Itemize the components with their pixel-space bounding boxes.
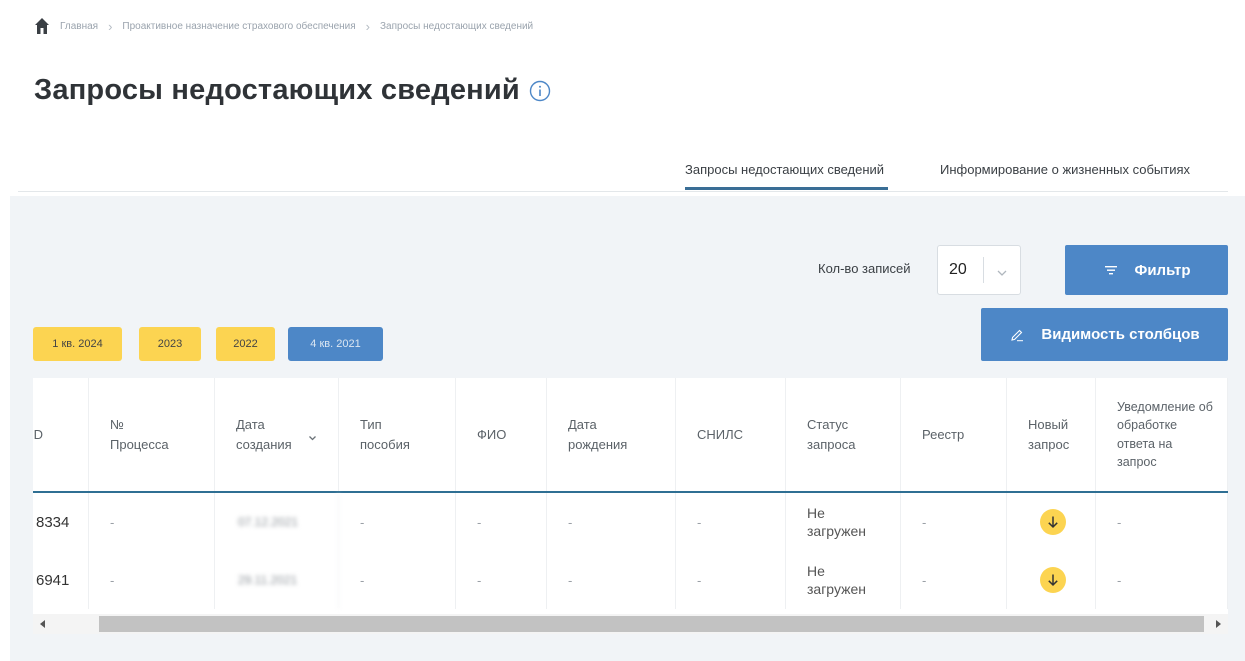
select-divider [983,257,984,283]
cell-birth-date: - [547,493,676,551]
column-header-fio[interactable]: ФИО [456,378,547,491]
cell-id: 6941 [33,551,89,609]
column-notification-label: Уведомление об обработке ответа на запро… [1117,400,1213,469]
column-created-label: Дата создания [236,417,292,452]
cell-registry: - [901,551,1007,609]
tab-missing-info-requests[interactable]: Запросы недостающих сведений [685,162,889,190]
records-count-value: 20 [949,261,967,278]
download-button[interactable] [1040,509,1066,535]
breadcrumb-home[interactable]: Главная [60,21,98,32]
tab-life-events[interactable]: Информирование о жизненных событиях [940,162,1190,177]
cell-id: 8334 [33,493,89,551]
cell-snils: - [676,551,786,609]
cell-registry: - [901,493,1007,551]
cell-fio: - [456,551,547,609]
column-header-benefit-type[interactable]: Тип пособия [339,378,456,491]
columns-visibility-button[interactable]: Видимость столбцов [981,308,1228,361]
status-text: Не загружен [807,562,866,597]
scroll-thumb[interactable] [99,616,1204,632]
cell-benefit-type: - [339,551,456,609]
column-header-id[interactable]: ID [33,378,89,491]
cell-birth-date: - [547,551,676,609]
download-button[interactable] [1040,567,1066,593]
download-arrow-icon [1048,516,1058,529]
sort-icon[interactable] [308,428,317,441]
page-header: Запросы недостающих сведений [34,74,551,107]
column-header-snils[interactable]: СНИЛС [676,378,786,491]
cell-snils: - [676,493,786,551]
column-fio-label: ФИО [477,426,507,442]
column-header-process[interactable]: № Процесса [89,378,215,491]
tabs: Запросы недостающих сведений Информирова… [18,150,1228,192]
cell-created: 29.11.2021 [215,551,339,609]
column-header-new-request[interactable]: Новый запрос [1007,378,1096,491]
chevron-down-icon[interactable] [995,265,1009,276]
breadcrumb-proactive[interactable]: Проактивное назначение страхового обеспе… [122,21,355,32]
cell-benefit-type: - [339,493,456,551]
cell-process: - [89,551,215,609]
column-header-status[interactable]: Статус запроса [786,378,901,491]
cell-created: 07.12.2021 [215,493,339,551]
column-header-created[interactable]: Дата создания [215,378,339,491]
table-row[interactable]: 8334 - 07.12.2021 - - - - Не загружен - … [33,493,1228,551]
info-icon[interactable] [529,80,551,102]
column-header-registry[interactable]: Реестр [901,378,1007,491]
table-header: ID № Процесса Дата создания Тип пособия … [33,378,1228,493]
column-header-birth-date[interactable]: Дата рождения [547,378,676,491]
records-count-label: Кол-во записей [818,261,911,276]
column-registry-label: Реестр [922,426,965,442]
records-count-select[interactable]: 20 [937,245,1021,295]
scroll-right-icon[interactable] [1208,614,1228,634]
chip-2023[interactable]: 2023 [139,327,201,361]
column-process-label: № Процесса [110,417,169,452]
column-birth-label: Дата рождения [568,417,628,452]
scroll-left-icon[interactable] [33,614,53,634]
filter-button[interactable]: Фильтр [1065,245,1228,295]
cell-status: Не загружен [786,493,901,551]
breadcrumb-current: Запросы недостающих сведений [380,20,534,32]
cell-notification: - [1096,493,1228,551]
horizontal-scrollbar[interactable] [33,614,1228,634]
cell-process: - [89,493,215,551]
column-type-label: Тип пособия [360,417,410,452]
home-icon[interactable] [34,17,50,35]
column-id-label: ID [33,426,43,442]
table-row[interactable]: 6941 - 29.11.2021 - - - - Не загружен - … [33,551,1228,609]
breadcrumb: Главная › Проактивное назначение страхов… [34,14,533,38]
breadcrumb-separator: › [108,18,113,34]
page-title: Запросы недостающих сведений [34,74,520,106]
chip-2022[interactable]: 2022 [216,327,275,361]
chip-1q-2024[interactable]: 1 кв. 2024 [33,327,122,361]
cell-new-request [1007,551,1096,609]
filter-button-label: Фильтр [1134,261,1191,279]
breadcrumb-separator: › [365,18,371,34]
column-status-label: Статус запроса [807,417,856,452]
filter-icon [1103,263,1119,277]
cell-fio: - [456,493,547,551]
pencil-icon [1009,328,1025,342]
column-header-notification[interactable]: Уведомление об обработке ответа на запро… [1096,378,1228,491]
columns-visibility-label: Видимость столбцов [1041,326,1200,343]
column-snils-label: СНИЛС [697,426,744,442]
cell-new-request [1007,493,1096,551]
cell-notification: - [1096,551,1228,609]
status-text: Не загружен [807,504,866,539]
column-new-request-label: Новый запрос [1028,417,1070,452]
chip-4q-2021[interactable]: 4 кв. 2021 [288,327,383,361]
cell-status: Не загружен [786,551,901,609]
download-arrow-icon [1048,574,1058,587]
requests-table: ID № Процесса Дата создания Тип пособия … [33,378,1228,614]
